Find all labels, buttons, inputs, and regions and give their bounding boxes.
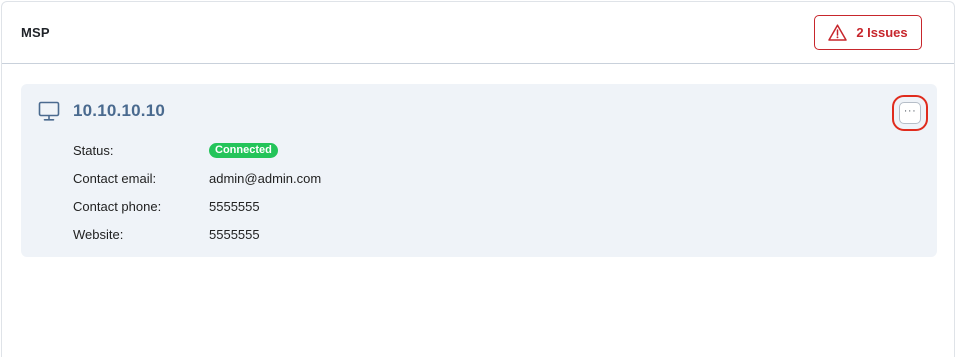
- more-options-button[interactable]: ···: [892, 95, 928, 131]
- card-title: 10.10.10.10: [73, 101, 166, 120]
- website-value: 5555555: [209, 226, 260, 242]
- detail-row-status: Status: Connected: [73, 136, 321, 164]
- contact-phone-value: 5555555: [209, 198, 260, 214]
- detail-row-phone: Contact phone: 5555555: [73, 192, 321, 220]
- contact-email-value: admin@admin.com: [209, 170, 322, 186]
- detail-label: Website:: [73, 226, 124, 242]
- detail-row-email: Contact email: admin@admin.com: [73, 164, 321, 192]
- panel-header: MSP 2 Issues: [2, 2, 954, 64]
- msp-card: 10.10.10.10 ··· Status: Connected Contac…: [21, 84, 937, 257]
- status-badge: Connected: [209, 142, 278, 158]
- detail-label: Contact email:: [73, 170, 157, 186]
- detail-label: Status:: [73, 142, 114, 158]
- detail-label: Contact phone:: [73, 198, 162, 214]
- details-list: Status: Connected Contact email: admin@a…: [73, 136, 321, 248]
- detail-row-website: Website: 5555555: [73, 220, 321, 248]
- issues-button[interactable]: 2 Issues: [814, 15, 922, 50]
- card-header: 10.10.10.10: [38, 100, 165, 122]
- ellipsis-icon: ···: [903, 104, 917, 117]
- issues-button-label: 2 Issues: [856, 25, 908, 40]
- warning-triangle-icon: [828, 24, 848, 41]
- msp-panel: MSP 2 Issues 10.10.10.10 ··· Status: Con…: [1, 1, 955, 357]
- monitor-icon: [38, 101, 60, 121]
- panel-title: MSP: [21, 25, 50, 40]
